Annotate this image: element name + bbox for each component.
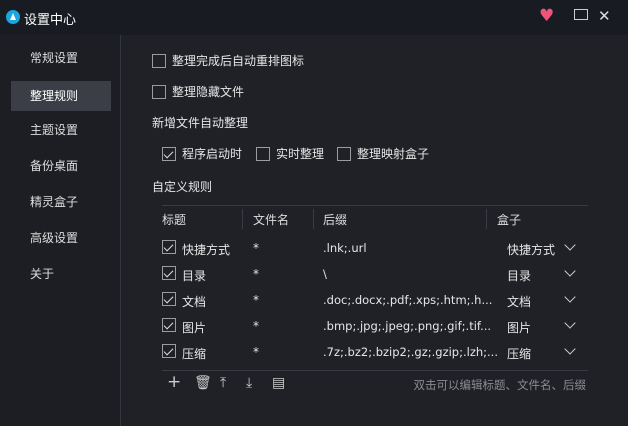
heart-icon[interactable]: ♥ <box>539 6 554 26</box>
sidebar-item-rules[interactable]: 整理规则 <box>11 81 111 111</box>
row-title[interactable]: 图片 <box>182 319 206 336</box>
window-title: 设置中心 <box>24 13 77 28</box>
row-title[interactable]: 文档 <box>182 293 206 310</box>
sidebar-item-backup[interactable]: 备份桌面 <box>11 151 111 181</box>
row-title[interactable]: 目录 <box>182 267 206 284</box>
app-logo-icon <box>6 10 20 24</box>
title-bar: 设置中心 ♥ ✕ <box>0 0 628 35</box>
row-box[interactable]: 压缩 <box>507 345 531 362</box>
new-files-heading: 新增文件自动整理 <box>152 116 249 130</box>
row-title[interactable]: 快捷方式 <box>182 241 230 258</box>
sidebar-item-general[interactable]: 常规设置 <box>11 43 111 73</box>
realtime-label: 实时整理 <box>276 147 325 161</box>
hidden-files-option[interactable]: 整理隐藏文件 <box>152 83 244 100</box>
table-row[interactable]: 文档 * .doc;.docx;.pdf;.xps;.htm;.h... 文档 <box>162 288 588 314</box>
hidden-files-label: 整理隐藏文件 <box>172 85 245 99</box>
auto-arrange-label: 整理完成后自动重排图标 <box>172 54 305 68</box>
auto-arrange-checkbox[interactable] <box>152 53 166 68</box>
col-box[interactable]: 盒子 <box>497 211 521 228</box>
notes-icon[interactable]: ▤ <box>272 375 285 391</box>
row-filename[interactable]: * <box>253 241 259 255</box>
divider <box>162 205 588 206</box>
row-filename[interactable]: * <box>253 267 259 281</box>
col-separator[interactable] <box>486 209 487 229</box>
mapped-box-checkbox[interactable] <box>337 146 351 161</box>
row-checkbox[interactable] <box>162 318 176 332</box>
auto-arrange-option[interactable]: 整理完成后自动重排图标 <box>152 52 304 69</box>
row-filename[interactable]: * <box>253 293 259 307</box>
row-checkbox[interactable] <box>162 266 176 280</box>
realtime-option[interactable]: 实时整理 <box>256 145 324 162</box>
chevron-down-icon[interactable] <box>564 265 576 277</box>
table-row[interactable]: 图片 * .bmp;.jpg;.jpeg;.png;.gif;.tif... 图… <box>162 314 588 340</box>
col-title[interactable]: 标题 <box>162 211 186 228</box>
mapped-box-option[interactable]: 整理映射盒子 <box>337 145 429 162</box>
col-suffix[interactable]: 后缀 <box>323 211 347 228</box>
feedback-icon[interactable] <box>574 9 588 20</box>
edit-hint: 双击可以编辑标题、文件名、后缀 <box>413 378 587 392</box>
sidebar-item-about[interactable]: 关于 <box>11 259 111 289</box>
custom-rules-heading: 自定义规则 <box>152 180 213 194</box>
row-filename[interactable]: * <box>253 345 259 359</box>
sidebar-item-theme[interactable]: 主题设置 <box>11 115 111 145</box>
row-checkbox[interactable] <box>162 240 176 254</box>
row-box[interactable]: 文档 <box>507 293 531 310</box>
chevron-down-icon[interactable] <box>564 317 576 329</box>
row-suffix[interactable]: .lnk;.url <box>323 241 367 255</box>
row-checkbox[interactable] <box>162 292 176 306</box>
row-suffix[interactable]: .doc;.docx;.pdf;.xps;.htm;.h... <box>323 293 492 307</box>
col-filename[interactable]: 文件名 <box>253 211 289 228</box>
on-startup-label: 程序启动时 <box>182 147 243 161</box>
chevron-down-icon[interactable] <box>564 343 576 355</box>
row-checkbox[interactable] <box>162 344 176 358</box>
row-suffix[interactable]: \ <box>323 267 327 281</box>
sidebar: 常规设置 整理规则 主题设置 备份桌面 精灵盒子 高级设置 关于 <box>0 35 121 426</box>
row-suffix[interactable]: .bmp;.jpg;.jpeg;.png;.gif;.tif... <box>323 319 491 333</box>
chevron-down-icon[interactable] <box>564 291 576 303</box>
move-up-icon[interactable]: ⤒ <box>220 375 226 391</box>
close-icon[interactable]: ✕ <box>598 7 611 25</box>
row-filename[interactable]: * <box>253 319 259 333</box>
on-startup-checkbox[interactable] <box>162 146 176 161</box>
add-rule-button[interactable]: + <box>167 372 181 392</box>
row-box[interactable]: 目录 <box>507 267 531 284</box>
sidebar-item-advanced[interactable]: 高级设置 <box>11 223 111 253</box>
mapped-box-label: 整理映射盒子 <box>357 147 430 161</box>
delete-icon[interactable]: 🗑 <box>194 375 212 391</box>
row-box[interactable]: 图片 <box>507 319 531 336</box>
table-row[interactable]: 目录 * \ 目录 <box>162 262 588 288</box>
table-row[interactable]: 快捷方式 * .lnk;.url 快捷方式 <box>162 236 588 262</box>
row-box[interactable]: 快捷方式 <box>507 241 555 258</box>
hidden-files-checkbox[interactable] <box>152 84 166 99</box>
col-separator[interactable] <box>313 209 314 229</box>
on-startup-option[interactable]: 程序启动时 <box>162 145 242 162</box>
row-suffix[interactable]: .7z;.bz2;.bzip2;.gz;.gzip;.lzh;... <box>323 345 498 359</box>
table-row[interactable]: 压缩 * .7z;.bz2;.bzip2;.gz;.gzip;.lzh;... … <box>162 340 588 366</box>
col-separator[interactable] <box>242 209 243 229</box>
chevron-down-icon[interactable] <box>564 239 576 251</box>
realtime-checkbox[interactable] <box>256 146 270 161</box>
divider <box>162 370 588 371</box>
row-title[interactable]: 压缩 <box>182 345 206 362</box>
sidebar-item-box[interactable]: 精灵盒子 <box>11 187 111 217</box>
move-down-icon[interactable]: ⤓ <box>246 375 252 391</box>
